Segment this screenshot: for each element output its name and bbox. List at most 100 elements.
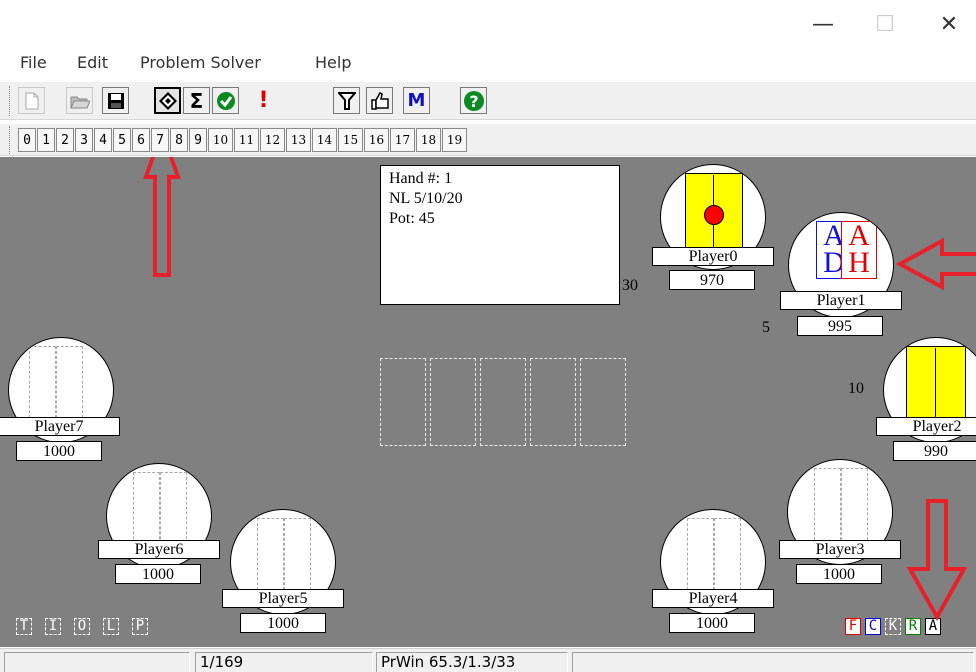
status-cell-empty — [4, 652, 190, 672]
hand-tab-5[interactable]: 5 — [113, 128, 131, 152]
sigma-icon: Σ — [189, 88, 204, 113]
hand-tab-15[interactable]: 15 — [338, 128, 363, 152]
filter-tag-i[interactable]: I — [45, 618, 61, 635]
board-card-slot[interactable] — [480, 358, 526, 446]
hand-tab-0[interactable]: 0 — [18, 128, 36, 152]
sum-button[interactable]: Σ — [183, 87, 210, 114]
poker-table: Hand #: 1 NL 5/10/20 Pot: 45 Player0 970… — [0, 157, 976, 647]
hand-tab-14[interactable]: 14 — [312, 128, 337, 152]
hand-tab-3[interactable]: 3 — [75, 128, 93, 152]
check-button[interactable] — [212, 87, 239, 114]
filter-tag-l[interactable]: L — [103, 618, 119, 635]
player7-stack: 1000 — [16, 441, 102, 461]
problem-solver-button[interactable] — [154, 87, 181, 114]
player2-stack: 990 — [893, 441, 976, 461]
hand-tab-1[interactable]: 1 — [37, 128, 55, 152]
player1-name[interactable]: Player1 — [780, 291, 902, 310]
hand-tab-18[interactable]: 18 — [416, 128, 441, 152]
player1-bet: 5 — [762, 319, 770, 336]
thumbs-up-icon — [370, 91, 389, 110]
hand-number: Hand #: 1 — [389, 170, 453, 187]
filter-button[interactable] — [333, 87, 360, 114]
toolbar-grip[interactable] — [9, 86, 12, 116]
toolbar-grip[interactable] — [9, 126, 12, 154]
hand-tab-6[interactable]: 6 — [132, 128, 150, 152]
m-button[interactable]: M — [403, 87, 430, 114]
player0-stack: 970 — [669, 270, 755, 290]
new-file-button[interactable] — [18, 87, 45, 114]
hand-tab-11[interactable]: 11 — [234, 128, 259, 152]
game-type: NL 5/10/20 — [389, 190, 463, 207]
hole-card-2[interactable]: AH — [841, 221, 877, 279]
close-button[interactable]: ✕ — [934, 10, 964, 40]
hand-tab-7[interactable]: 7 — [151, 128, 169, 152]
hand-tab-8[interactable]: 8 — [170, 128, 188, 152]
save-button[interactable] — [102, 87, 129, 114]
action-tag-c[interactable]: C — [865, 618, 881, 635]
player2-cards — [906, 346, 966, 428]
board-card-slot[interactable] — [430, 358, 476, 446]
menu-bar: File Edit Problem Solver Help — [0, 50, 976, 78]
thumb-button[interactable] — [366, 87, 393, 114]
board-card-slot[interactable] — [580, 358, 626, 446]
hand-tab-4[interactable]: 4 — [94, 128, 112, 152]
green-check-icon — [216, 91, 235, 110]
hand-tab-2[interactable]: 2 — [56, 128, 74, 152]
status-cell-extra — [572, 652, 974, 672]
m-icon: M — [407, 90, 426, 111]
player4-name[interactable]: Player4 — [652, 589, 774, 608]
dealer-chip-icon — [704, 205, 724, 225]
status-hand-count: 1/169 — [195, 652, 373, 672]
status-bar: 1/169 PrWin 65.3/1.3/33 — [0, 648, 976, 672]
player4-stack: 1000 — [669, 613, 755, 633]
red-arrow-up-icon — [143, 157, 181, 277]
target-diamond-icon — [158, 91, 177, 110]
funnel-icon — [337, 91, 356, 110]
board-card-slot[interactable] — [530, 358, 576, 446]
hand-number-toolbar: 0 1 2 3 4 5 6 7 8 9 10 11 12 13 14 15 16 17 18 19 — [0, 124, 976, 156]
filter-tag-o[interactable]: O — [74, 618, 90, 635]
menu-file[interactable]: File — [20, 53, 47, 72]
player6-stack: 1000 — [115, 564, 201, 584]
action-tag-f[interactable]: F — [845, 618, 861, 635]
player2-bet: 10 — [848, 380, 864, 397]
player7-name[interactable]: Player7 — [0, 417, 120, 436]
board-card-slot[interactable] — [380, 358, 426, 446]
hand-tab-19[interactable]: 19 — [442, 128, 467, 152]
main-toolbar: Σ ! M ? — [0, 82, 976, 120]
player2-name[interactable]: Player2 — [876, 417, 976, 436]
title-bar: — ☐ ✕ — [0, 0, 976, 50]
player3-name[interactable]: Player3 — [779, 540, 901, 559]
menu-help[interactable]: Help — [315, 53, 351, 72]
red-arrow-down-icon — [906, 499, 968, 621]
menu-edit[interactable]: Edit — [77, 53, 108, 72]
menu-problem-solver[interactable]: Problem Solver — [140, 53, 261, 72]
minimize-button[interactable]: — — [808, 10, 838, 40]
player0-name[interactable]: Player0 — [652, 247, 774, 266]
red-arrow-left-icon — [896, 237, 976, 291]
exclamation-icon: ! — [258, 88, 269, 113]
hand-tab-16[interactable]: 16 — [364, 128, 389, 152]
action-tag-k[interactable]: K — [885, 618, 901, 635]
open-file-button[interactable] — [66, 87, 93, 114]
hand-tab-12[interactable]: 12 — [260, 128, 285, 152]
hand-tab-13[interactable]: 13 — [286, 128, 311, 152]
player6-name[interactable]: Player6 — [98, 540, 220, 559]
help-button[interactable]: ? — [460, 87, 487, 114]
player1-stack: 995 — [797, 316, 883, 336]
hand-info-box: Hand #: 1 NL 5/10/20 Pot: 45 — [380, 165, 620, 305]
player3-stack: 1000 — [796, 564, 882, 584]
hand-tab-10[interactable]: 10 — [208, 128, 233, 152]
floppy-disk-icon — [107, 92, 124, 109]
maximize-button[interactable]: ☐ — [870, 10, 900, 40]
pot-amount: Pot: 45 — [389, 210, 435, 227]
hand-tab-9[interactable]: 9 — [189, 128, 207, 152]
filter-tag-t[interactable]: T — [16, 618, 32, 635]
filter-tag-p[interactable]: P — [132, 618, 148, 635]
hand-tab-17[interactable]: 17 — [390, 128, 415, 152]
player5-name[interactable]: Player5 — [222, 589, 344, 608]
alert-button[interactable]: ! — [250, 87, 277, 114]
status-prwin: PrWin 65.3/1.3/33 — [376, 652, 568, 672]
new-file-icon — [25, 92, 38, 109]
player0-bet: 30 — [622, 277, 638, 294]
